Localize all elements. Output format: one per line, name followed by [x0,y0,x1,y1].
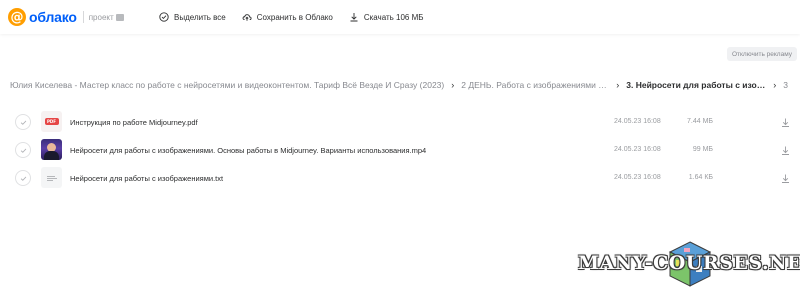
file-name[interactable]: Инструкция по работе Midjourney.pdf [70,118,198,127]
file-row[interactable]: PDF Инструкция по работе Midjourney.pdf … [0,108,800,136]
breadcrumb-separator-icon: › [773,80,777,90]
at-sign-icon: @ [8,8,26,26]
breadcrumb-item-root[interactable]: Юлия Киселева - Мастер класс по работе с… [10,80,444,90]
breadcrumb-item-next[interactable]: 3 [783,80,788,90]
file-size: 7.44 МБ [687,118,713,125]
file-date: 24.05.23 16:08 [614,118,661,125]
select-all-button[interactable]: Выделить все [159,12,226,22]
row-checkbox[interactable] [15,114,31,130]
file-date: 24.05.23 16:08 [614,146,661,153]
cloud-upload-icon [242,14,252,21]
download-icon [350,13,358,22]
logo-subtitle-text: проект [88,12,114,22]
logo-subtitle: проект [89,13,124,22]
file-date: 24.05.23 16:08 [614,174,661,181]
row-checkbox[interactable] [15,142,31,158]
save-to-cloud-button[interactable]: Сохранить в Облако [242,12,333,22]
download-file-icon[interactable] [780,117,791,128]
checkmark-icon [20,148,26,153]
text-file-icon [41,167,62,188]
breadcrumb-separator-icon: › [451,80,455,90]
toolbar-actions: Выделить все Сохранить в Облако Скачать … [159,0,440,34]
file-size: 99 МБ [692,146,713,153]
download-file-icon[interactable] [780,145,791,156]
download-file-icon[interactable] [780,173,791,184]
row-checkbox[interactable] [15,170,31,186]
project-badge-icon [115,13,124,21]
watermark-text: MANY-COURSES.NET [578,252,800,274]
breadcrumb: Юлия Киселева - Мастер класс по работе с… [10,78,800,92]
video-thumbnail [41,139,62,160]
logo-text: облако [29,9,77,25]
select-all-label: Выделить все [174,12,226,22]
breadcrumb-item-current[interactable]: 3. Нейросети для работы с изобра... [626,80,766,90]
top-toolbar: @ облако проект Выделить все Сохранить в… [0,0,800,34]
checkmark-icon [20,176,26,181]
check-circle-icon [159,12,169,22]
disable-ads-button[interactable]: Отключить рекламу [727,47,797,61]
checkmark-icon [20,120,26,125]
site-watermark: MANY-COURSES.NET [578,238,800,290]
logo-divider [82,11,84,23]
file-name[interactable]: Нейросети для работы с изображениями. Ос… [70,146,426,155]
breadcrumb-item-day2[interactable]: 2 ДЕНЬ. Работа с изображениями и... [461,80,609,90]
pdf-file-icon: PDF [41,111,62,132]
file-name[interactable]: Нейросети для работы с изображениями.txt [70,174,223,183]
file-row[interactable]: Нейросети для работы с изображениями. Ос… [0,136,800,164]
download-all-button[interactable]: Скачать 106 МБ [349,12,424,22]
file-row[interactable]: Нейросети для работы с изображениями.txt… [0,164,800,192]
breadcrumb-separator-icon: › [616,80,620,90]
file-list: PDF Инструкция по работе Midjourney.pdf … [0,108,800,192]
file-size: 1.64 КБ [688,174,713,181]
download-all-label: Скачать 106 МБ [363,12,424,22]
save-to-cloud-label: Сохранить в Облако [256,12,333,22]
cloud-logo[interactable]: @ облако проект [8,8,124,26]
